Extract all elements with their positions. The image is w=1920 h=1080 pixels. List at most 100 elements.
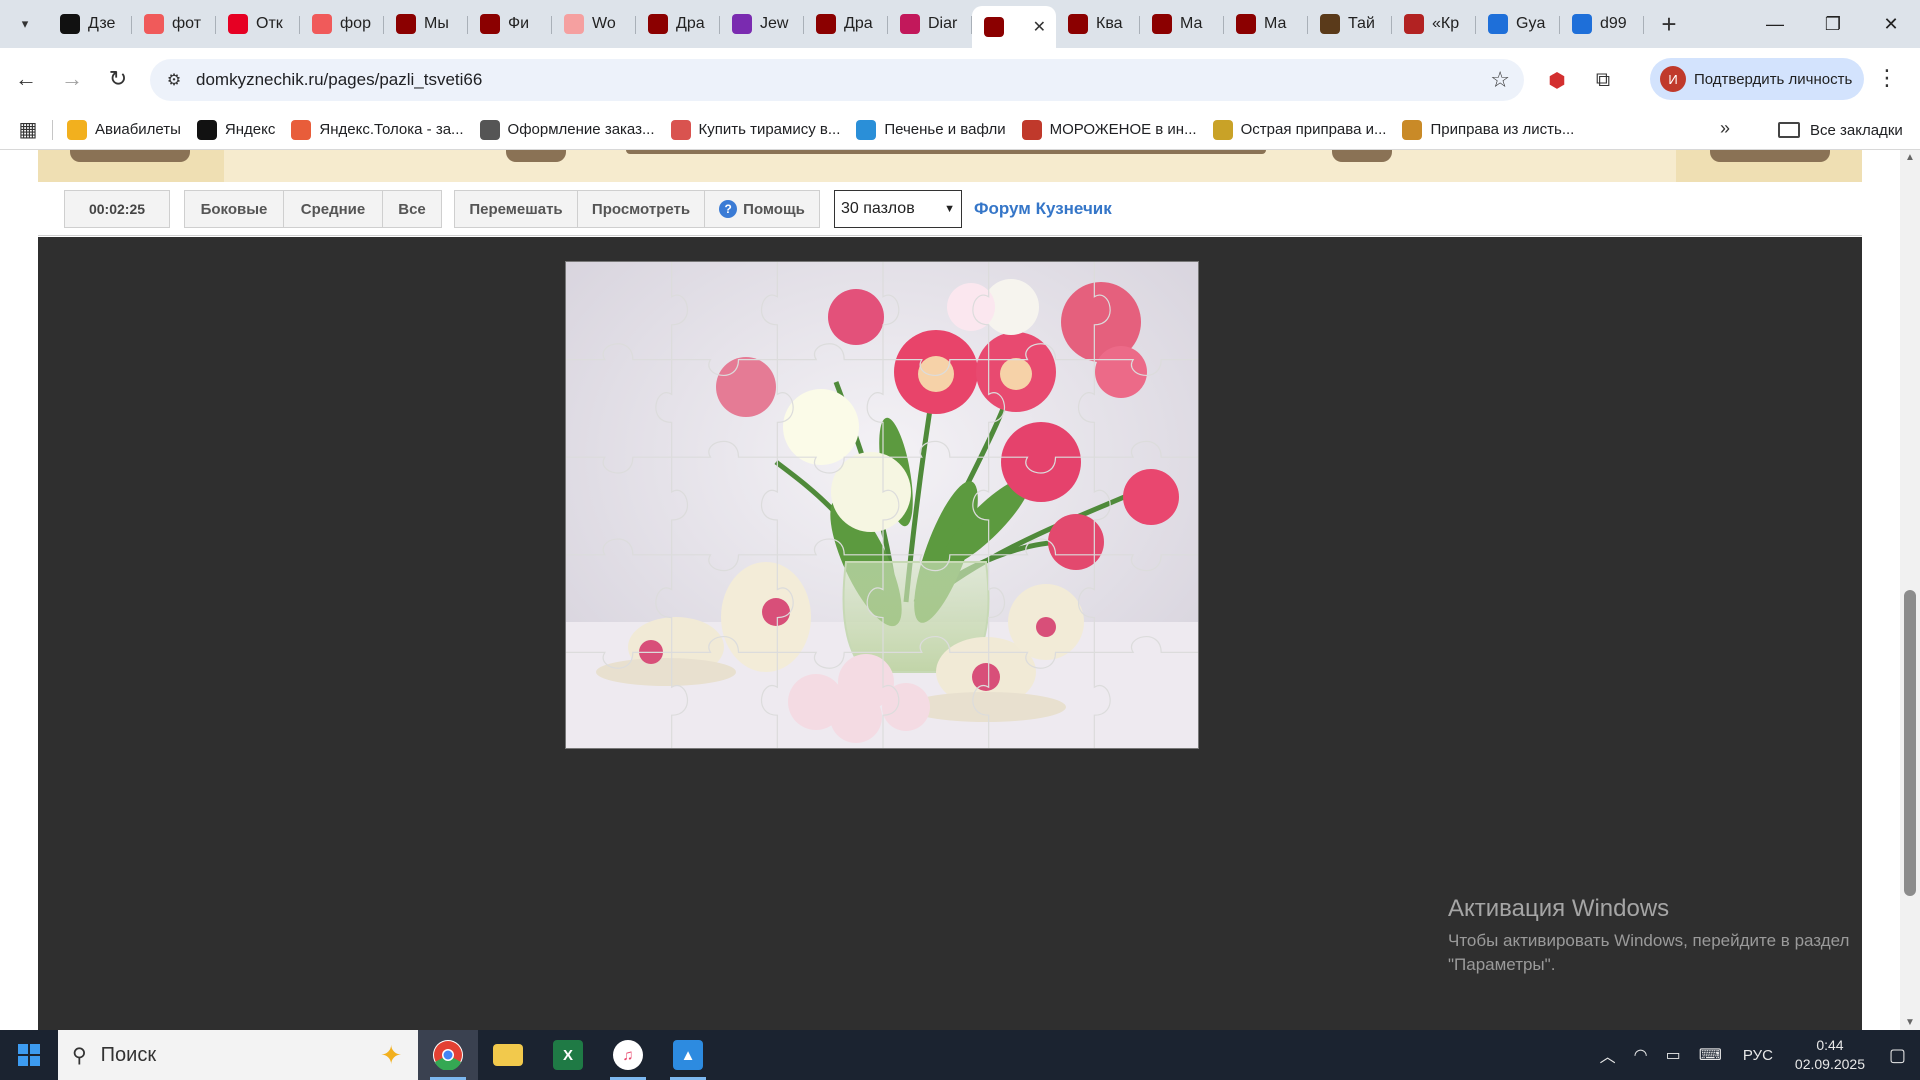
browser-tab[interactable]: Jew — [720, 6, 804, 42]
middle-pieces-button[interactable]: Средние — [283, 190, 383, 228]
browser-tab[interactable]: Дзе — [48, 6, 132, 42]
browser-tab[interactable]: ✕ — [972, 6, 1056, 48]
browser-tab[interactable]: фор — [300, 6, 384, 42]
bookmarks-bar: ▦ Авиабилеты Яндекс Яндекс.Толока - за... О… — [0, 110, 1920, 150]
domkuznechik-icon — [1236, 14, 1256, 34]
bookmark-item[interactable]: Купить тирамису в... — [663, 119, 849, 140]
input-language[interactable]: РУС — [1743, 1047, 1773, 1064]
browser-tab[interactable]: Тай — [1308, 6, 1392, 42]
scroll-up-icon[interactable]: ▲ — [1905, 152, 1915, 163]
site-info-icon[interactable]: ⚙ — [158, 64, 190, 96]
activation-title: Активация Windows — [1448, 895, 1670, 922]
preview-button[interactable]: Просмотреть — [577, 190, 705, 228]
browser-tab[interactable]: d99 — [1560, 6, 1644, 42]
puzzle-image[interactable] — [565, 261, 1199, 749]
bookmark-item[interactable]: Печенье и вафли — [848, 119, 1013, 140]
bookmark-item[interactable]: Оформление заказ... — [472, 119, 663, 140]
forward-button[interactable]: → — [52, 59, 92, 99]
browser-tab[interactable]: Дра — [636, 6, 720, 42]
bookmark-item[interactable]: МОРОЖЕНОЕ в ин... — [1014, 119, 1205, 140]
bookmark-star-icon[interactable]: ☆ — [1490, 67, 1510, 93]
bookmark-item[interactable]: Острая приправа и... — [1205, 119, 1395, 140]
browser-tab[interactable]: Фи — [468, 6, 552, 42]
browser-tab[interactable]: Diar — [888, 6, 972, 42]
bookmark-item[interactable]: Яндекс — [189, 119, 283, 140]
pieces-count-select[interactable]: 30 пазлов ▼ — [834, 190, 962, 228]
start-button[interactable] — [0, 1030, 58, 1080]
wifi-icon[interactable]: ◠ — [1634, 1045, 1648, 1065]
clock-time: 0:44 — [1816, 1037, 1844, 1053]
chevron-double-right-icon[interactable]: » — [1720, 118, 1730, 139]
browser-tab[interactable]: фот — [132, 6, 216, 42]
side-pieces-button[interactable]: Боковые — [184, 190, 284, 228]
yandex-icon — [312, 14, 332, 34]
browser-tab[interactable]: Дра — [804, 6, 888, 42]
tab-title: фот — [172, 15, 202, 32]
profile-button[interactable]: И Подтвердить личность — [1650, 58, 1864, 100]
taskbar-chrome[interactable] — [418, 1030, 478, 1080]
close-tab-icon[interactable]: ✕ — [1033, 17, 1046, 37]
notifications-icon[interactable]: ▢ — [1889, 1045, 1906, 1066]
apps-grid-icon[interactable]: ▦ — [8, 117, 48, 142]
header-ornament — [626, 150, 1266, 154]
browser-tab[interactable]: Ква — [1056, 6, 1140, 42]
browser-tab[interactable]: Wo — [552, 6, 636, 42]
bookmark-item[interactable]: Яндекс.Толока - за... — [283, 119, 471, 140]
reload-button[interactable]: ↻ — [98, 59, 138, 99]
all-bookmarks-button[interactable]: Все закладки — [1778, 110, 1903, 150]
taskbar-itunes[interactable]: ♫ — [598, 1030, 658, 1080]
keyboard-icon[interactable]: ⌨ — [1699, 1045, 1722, 1065]
help-icon: ? — [719, 200, 738, 218]
battery-icon[interactable]: ▭ — [1666, 1045, 1681, 1065]
d-icon — [1021, 119, 1042, 140]
bookmark-label: Авиабилеты — [95, 121, 181, 138]
taskbar-excel[interactable]: X — [538, 1030, 598, 1080]
tab-title: Wo — [592, 15, 616, 32]
tab-title: Отк — [256, 15, 283, 32]
tab-title: Ква — [1096, 15, 1123, 32]
tab-search-button[interactable]: ▾ — [8, 7, 42, 41]
header-ornament — [1710, 150, 1830, 162]
taskbar-search-placeholder: Поиск — [100, 1043, 157, 1066]
scroll-down-icon[interactable]: ▼ — [1905, 1017, 1915, 1028]
all-pieces-button[interactable]: Все — [382, 190, 442, 228]
browser-tab[interactable]: Мы — [384, 6, 468, 42]
adblock-extension-icon[interactable]: ⬢ — [1542, 65, 1572, 95]
taskbar-search-box[interactable]: ⚲ Поиск ✦ — [58, 1030, 418, 1080]
domkuznechik-icon — [648, 14, 668, 34]
browser-menu-icon[interactable]: ⋮ — [1876, 65, 1898, 91]
url-text[interactable]: domkyznechik.ru/pages/pazli_tsveti66 — [196, 70, 482, 90]
page-scrollbar[interactable]: ▲ ▼ — [1900, 150, 1920, 1030]
extensions-puzzle-icon[interactable]: ⧉ — [1588, 65, 1618, 95]
browser-tab[interactable]: Ма — [1224, 6, 1308, 42]
close-window-button[interactable]: ✕ — [1862, 0, 1920, 48]
bookmark-item[interactable]: Приправа из листь... — [1394, 119, 1582, 140]
back-button[interactable]: ← — [6, 59, 46, 99]
taskbar-photos[interactable]: ▲ — [658, 1030, 718, 1080]
bookmark-item[interactable]: Авиабилеты — [59, 119, 189, 140]
site-header-strip — [38, 150, 1862, 182]
spice-icon — [1212, 119, 1233, 140]
browser-tab[interactable]: Отк — [216, 6, 300, 42]
browser-tab[interactable]: «Кр — [1392, 6, 1476, 42]
tab-title: «Кр — [1432, 15, 1460, 32]
forum-link[interactable]: Форум Кузнечик — [974, 190, 1112, 228]
address-bar[interactable]: ⚙ domkyznechik.ru/pages/pazli_tsveti66 ☆ — [150, 59, 1524, 101]
tab-title: Фи — [508, 15, 530, 32]
maximize-button[interactable]: ❐ — [1804, 0, 1862, 48]
puzzle-controls-bar: 00:02:25 Боковые Средние Все Перемешать … — [38, 182, 1862, 236]
new-tab-button[interactable]: + — [1652, 7, 1686, 41]
browser-tab[interactable]: Gya — [1476, 6, 1560, 42]
avatar: И — [1660, 66, 1686, 92]
browser-tab-strip: ▾ Дзе фот Отк фор Мы Фи Wo Дра Jew Дра Diar ✕ Ква Ма М… — [0, 0, 1920, 48]
browser-tab[interactable]: Ма — [1140, 6, 1224, 42]
system-clock[interactable]: 0:44 02.09.2025 — [1795, 1036, 1865, 1074]
tab-title: d99 — [1600, 15, 1627, 32]
help-button[interactable]: ? Помощь — [704, 190, 820, 228]
shuffle-button[interactable]: Перемешать — [454, 190, 578, 228]
taskbar-file-explorer[interactable] — [478, 1030, 538, 1080]
chevron-up-icon[interactable]: ︿ — [1600, 1043, 1616, 1067]
minimize-button[interactable]: — — [1746, 0, 1804, 48]
scrollbar-thumb[interactable] — [1904, 590, 1916, 896]
tab-title: Дра — [676, 15, 705, 32]
